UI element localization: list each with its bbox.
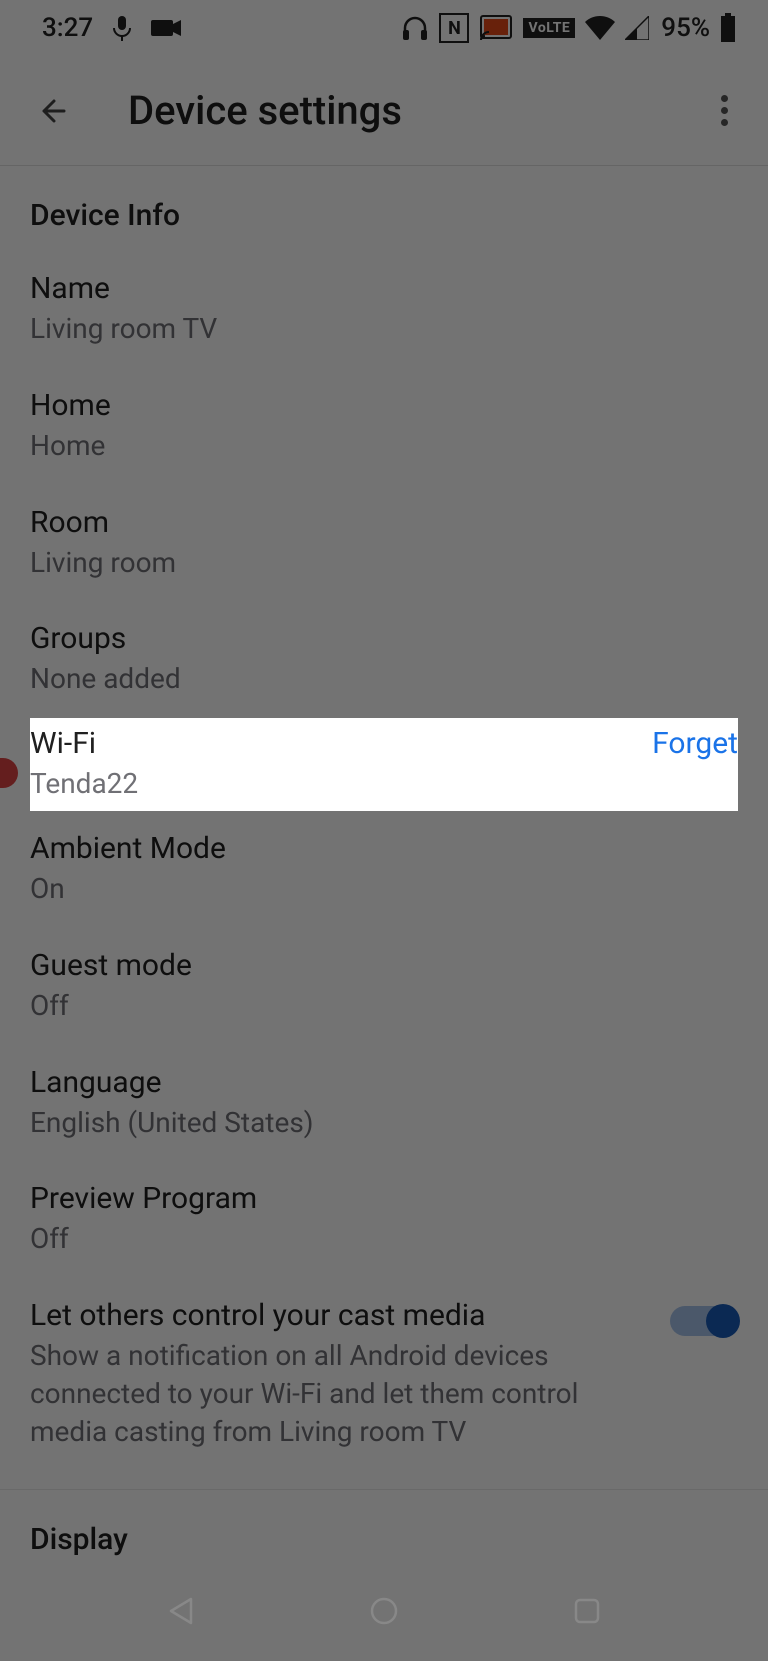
page-title: Device settings xyxy=(128,87,402,134)
cast-icon xyxy=(479,14,513,42)
status-clock: 3:27 xyxy=(42,13,93,43)
setting-title: Guest mode xyxy=(30,948,738,983)
setting-room[interactable]: Room Living room xyxy=(0,485,768,602)
mic-icon xyxy=(111,14,133,42)
setting-title: Name xyxy=(30,271,738,306)
nav-recent-button[interactable] xyxy=(565,1589,609,1633)
wifi-icon xyxy=(585,16,615,40)
setting-value: None added xyxy=(30,660,738,698)
more-options-button[interactable] xyxy=(700,87,748,135)
setting-value: Off xyxy=(30,1220,738,1258)
setting-value: Living room TV xyxy=(30,310,738,348)
setting-preview-program[interactable]: Preview Program Off xyxy=(0,1161,768,1278)
system-nav-bar xyxy=(0,1561,768,1661)
setting-value: Living room xyxy=(30,544,738,582)
setting-title: Groups xyxy=(30,621,738,656)
back-button[interactable] xyxy=(30,87,78,135)
headphones-icon xyxy=(401,14,429,42)
battery-percent: 95% xyxy=(661,13,710,43)
setting-title: Let others control your cast media xyxy=(30,1298,650,1333)
nfc-icon: N xyxy=(439,13,469,43)
volte-icon: VoLTE xyxy=(523,18,575,38)
setting-value: Tenda22 xyxy=(30,765,138,803)
setting-name[interactable]: Name Living room TV xyxy=(0,251,768,368)
setting-value: Off xyxy=(30,987,738,1025)
settings-content: Device Info Name Living room TV Home Hom… xyxy=(0,166,768,1575)
setting-groups[interactable]: Groups None added xyxy=(0,601,768,718)
setting-cast-control[interactable]: Let others control your cast media Show … xyxy=(0,1278,768,1470)
setting-title: Home xyxy=(30,388,738,423)
setting-ambient-mode[interactable]: Ambient Mode On xyxy=(0,811,768,928)
setting-title: Wi-Fi xyxy=(30,726,138,761)
setting-value: On xyxy=(30,870,738,908)
setting-guest-mode[interactable]: Guest mode Off xyxy=(0,928,768,1045)
setting-title: Ambient Mode xyxy=(30,831,738,866)
setting-title: Language xyxy=(30,1065,738,1100)
setting-home[interactable]: Home Home xyxy=(0,368,768,485)
nav-home-button[interactable] xyxy=(362,1589,406,1633)
setting-title: Preview Program xyxy=(30,1181,738,1216)
setting-language[interactable]: Language English (United States) xyxy=(0,1045,768,1162)
setting-value: Home xyxy=(30,427,738,465)
nav-back-button[interactable] xyxy=(159,1589,203,1633)
setting-value: English (United States) xyxy=(30,1104,738,1142)
cast-control-toggle[interactable] xyxy=(670,1306,738,1336)
section-header-device-info: Device Info xyxy=(0,166,768,251)
app-bar: Device settings xyxy=(0,56,768,166)
wifi-forget-link[interactable]: Forget xyxy=(652,726,738,761)
setting-title: Room xyxy=(30,505,738,540)
setting-wifi[interactable]: Wi-Fi Tenda22 Forget xyxy=(30,718,738,811)
setting-description: Show a notification on all Android devic… xyxy=(30,1337,650,1450)
cell-signal-icon xyxy=(625,16,649,40)
battery-icon xyxy=(720,13,736,43)
status-bar: 3:27 N VoLTE 95% xyxy=(0,0,768,56)
camera-icon xyxy=(151,18,183,38)
